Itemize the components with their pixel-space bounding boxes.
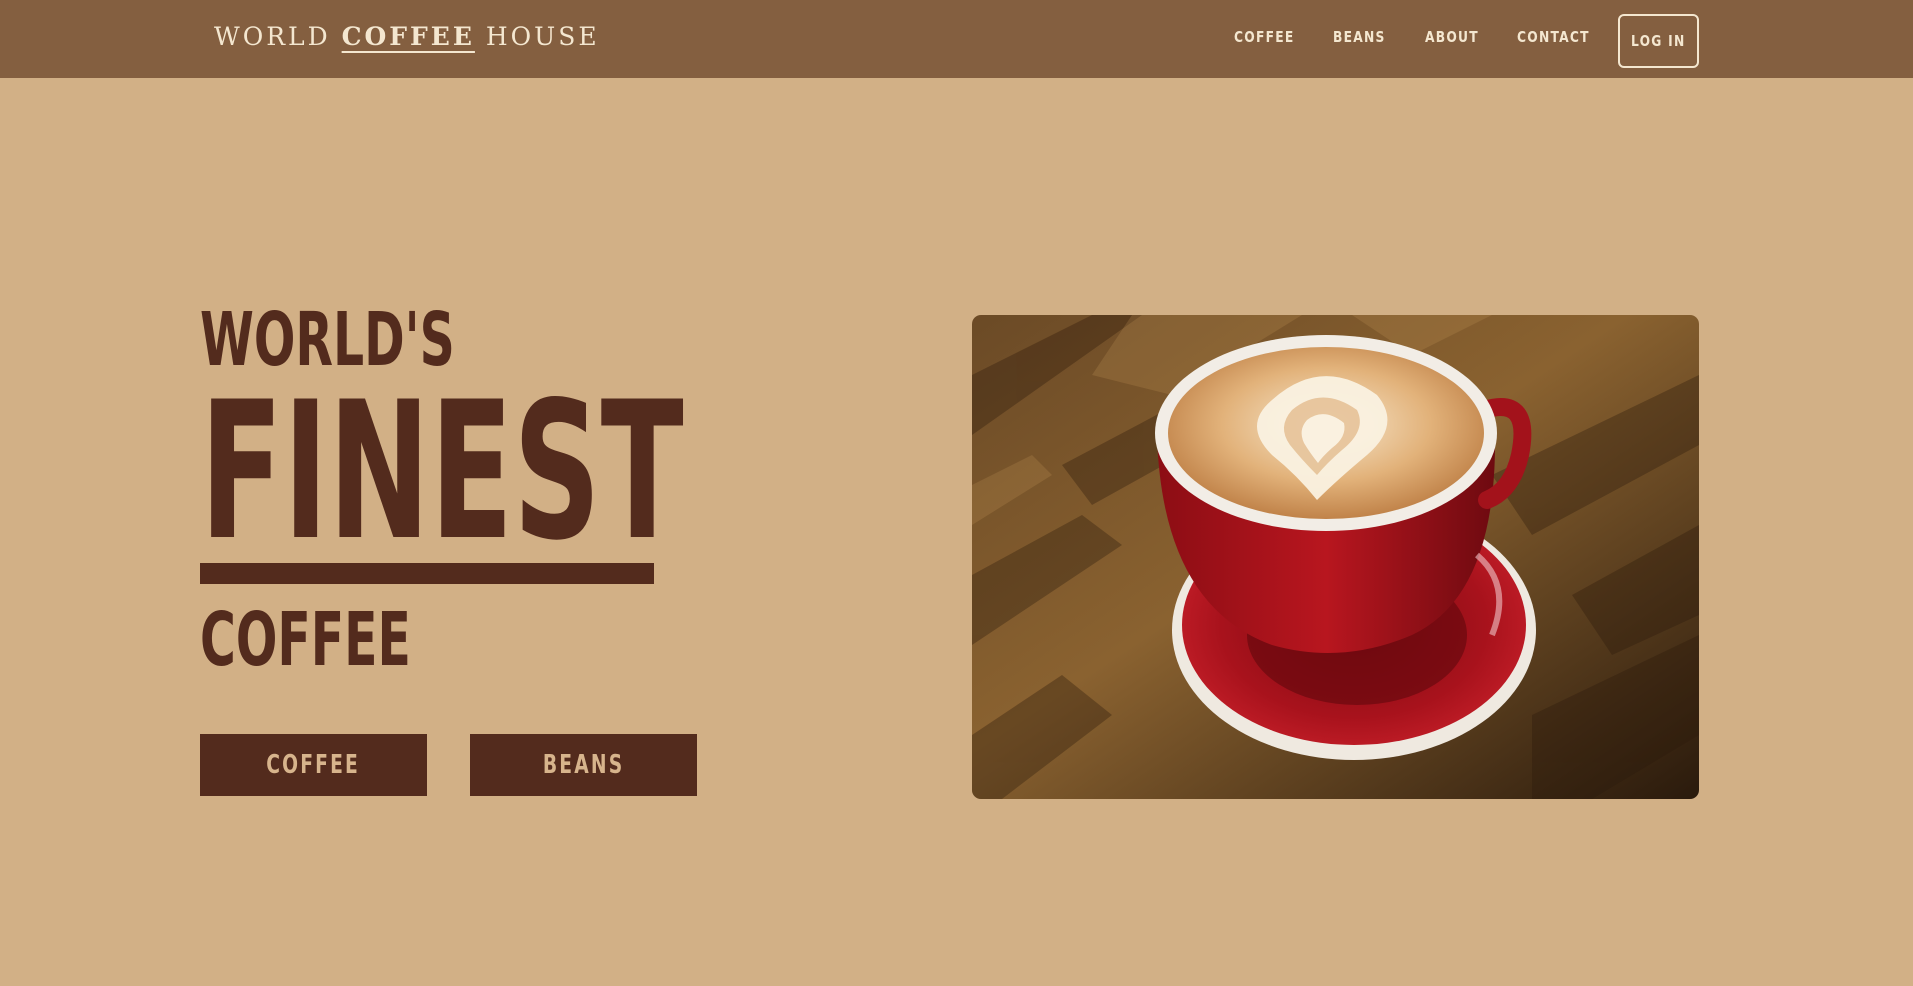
nav-link-about[interactable]: ABOUT [1425, 28, 1479, 46]
brand-word-1: WORLD [214, 22, 331, 51]
beans-button[interactable]: BEANS [470, 734, 697, 796]
login-button[interactable]: LOG IN [1618, 14, 1699, 68]
coffee-cup-illustration [972, 315, 1699, 799]
brand-word-2: COFFEE [341, 22, 475, 51]
brand-word-3: HOUSE [485, 22, 600, 51]
coffee-button-label: COFFEE [266, 750, 361, 780]
nav-link-beans[interactable]: BEANS [1333, 28, 1386, 46]
hero-line-coffee: COFFEE [200, 597, 411, 683]
nav-link-coffee[interactable]: COFFEE [1234, 28, 1294, 46]
login-button-label: LOG IN [1631, 32, 1686, 50]
top-navbar: WORLD COFFEE HOUSE COFFEE BEANS ABOUT CO… [0, 0, 1913, 78]
hero-underline-bar [200, 563, 654, 584]
coffee-button[interactable]: COFFEE [200, 734, 427, 796]
hero-line-finest: FINEST [200, 361, 684, 582]
latte-art-cup-photo [972, 315, 1699, 799]
beans-button-label: BEANS [542, 750, 625, 780]
nav-link-contact[interactable]: CONTACT [1517, 28, 1590, 46]
brand-logo[interactable]: WORLD COFFEE HOUSE [214, 22, 600, 51]
